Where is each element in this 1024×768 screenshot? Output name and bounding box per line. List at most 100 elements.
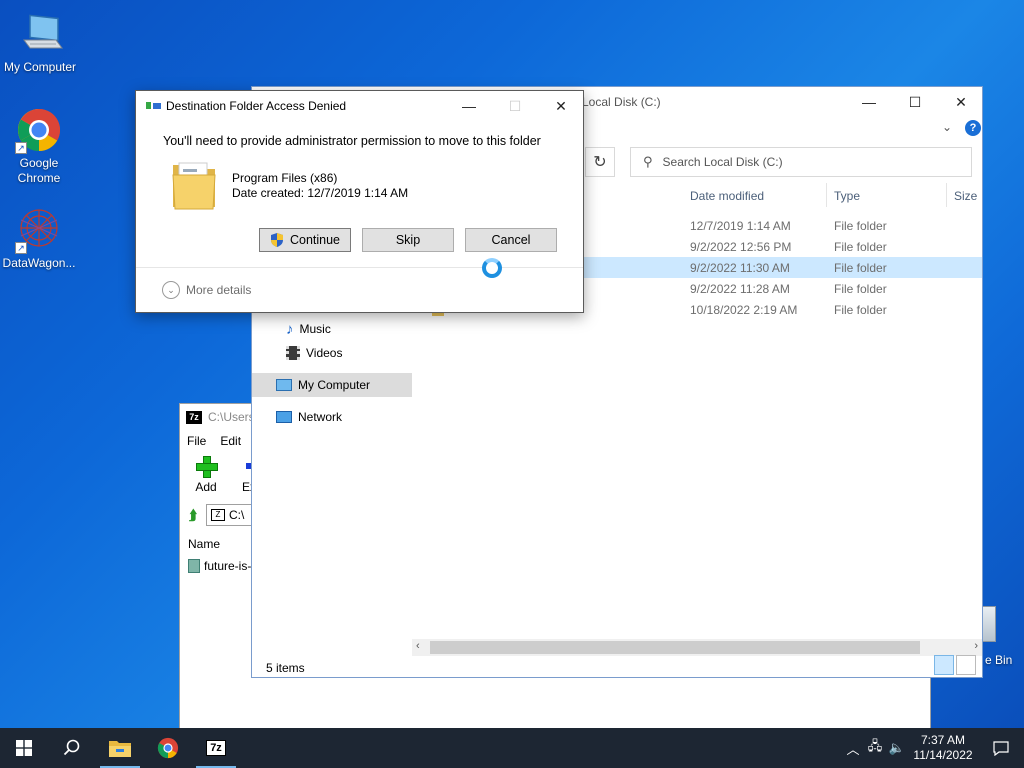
file-type: File folder — [834, 260, 887, 275]
up-folder-icon[interactable]: ⮭ — [184, 506, 202, 524]
recycle-bin-icon[interactable] — [982, 606, 996, 642]
windows-logo-icon — [16, 740, 32, 756]
skip-button[interactable]: Skip — [362, 228, 454, 252]
details-view-icon[interactable] — [934, 655, 954, 675]
notification-icon[interactable] — [978, 740, 1024, 756]
dialog-minimize-button[interactable]: — — [446, 91, 492, 121]
horizontal-scrollbar[interactable]: ‹ › — [412, 639, 982, 656]
music-icon: ♪ — [286, 320, 294, 338]
add-button[interactable]: Add — [188, 456, 224, 494]
taskbar-chrome[interactable] — [144, 728, 192, 768]
file-type: File folder — [834, 239, 887, 254]
file-date: 10/18/2022 2:19 AM — [690, 302, 798, 317]
7zip-icon: 7z — [206, 740, 226, 756]
skip-label: Skip — [395, 233, 421, 247]
more-details-label: More details — [186, 283, 252, 297]
chevron-up-icon[interactable]: ︿ — [842, 739, 864, 758]
shortcut-arrow-icon: ↗ — [15, 142, 27, 154]
column-divider — [826, 183, 827, 207]
taskbar-file-explorer[interactable] — [96, 728, 144, 768]
continue-label: Continue — [289, 233, 341, 247]
busy-cursor-icon — [482, 258, 502, 278]
nav-item-label: Network — [298, 410, 343, 424]
nav-item-music[interactable]: ♪ Music — [252, 317, 412, 341]
system-tray: ︿ 🖧 🔈 7:37 AM 11/14/2022 — [842, 728, 1024, 768]
folder-icon — [171, 157, 217, 213]
expand-ribbon-icon[interactable]: ⌄ — [942, 120, 952, 134]
desktop-icon-my-computer[interactable]: My Computer — [0, 10, 80, 75]
nav-item-label: Videos — [306, 346, 343, 360]
file-type: File folder — [834, 218, 887, 233]
dialog-divider — [136, 267, 583, 268]
file-date: 12/7/2019 1:14 AM — [690, 218, 791, 233]
large-icons-view-icon[interactable] — [956, 655, 976, 675]
file-move-icon — [146, 101, 162, 111]
maximize-button[interactable]: ☐ — [892, 87, 938, 117]
dialog-message: You'll need to provide administrator per… — [163, 134, 541, 148]
refresh-button[interactable]: ↻ — [585, 147, 615, 177]
help-icon[interactable]: ? — [965, 120, 981, 136]
menu-edit[interactable]: Edit — [220, 434, 241, 448]
folder-name: Program Files (x86) — [232, 171, 338, 185]
network-tray-icon[interactable]: 🖧 — [864, 737, 886, 759]
scrollbar-thumb[interactable] — [430, 641, 920, 654]
chrome-icon: ↗ — [15, 106, 63, 154]
dialog-title: Destination Folder Access Denied — [166, 99, 347, 113]
shortcut-arrow-icon: ↗ — [15, 242, 27, 254]
access-denied-dialog: Destination Folder Access Denied — ☐ ✕ Y… — [135, 90, 584, 313]
datawagon-icon: ↗ — [15, 206, 63, 254]
volume-icon[interactable]: 🔈 — [886, 740, 908, 756]
file-type: File folder — [834, 302, 887, 317]
minimize-button[interactable]: — — [846, 87, 892, 117]
column-divider — [946, 183, 947, 207]
nav-item-my-computer[interactable]: My Computer — [252, 373, 412, 397]
column-type[interactable]: Type — [834, 189, 860, 203]
search-input[interactable]: ⚲ Search Local Disk (C:) — [630, 147, 972, 177]
network-icon — [276, 411, 292, 423]
folder-date-created: Date created: 12/7/2019 1:14 AM — [232, 186, 409, 200]
column-date-modified[interactable]: Date modified — [690, 189, 764, 203]
close-button[interactable]: ✕ — [938, 87, 984, 117]
clock[interactable]: 7:37 AM 11/14/2022 — [908, 733, 978, 763]
computer-icon — [276, 379, 292, 391]
path-text: C:\ — [229, 508, 245, 522]
taskbar-7zip[interactable]: 7z — [192, 728, 240, 768]
file-date: 9/2/2022 11:30 AM — [690, 260, 790, 275]
scroll-left-icon[interactable]: ‹ — [416, 640, 420, 652]
dialog-titlebar[interactable]: Destination Folder Access Denied — ☐ ✕ — [136, 91, 583, 121]
search-icon: ⚲ — [643, 154, 653, 169]
cancel-button[interactable]: Cancel — [465, 228, 557, 252]
desktop-icon-label: My Computer — [3, 60, 77, 74]
desktop-icon-label: Google Chrome — [17, 156, 61, 185]
menu-file[interactable]: File — [187, 434, 206, 448]
scroll-right-icon[interactable]: › — [974, 640, 978, 652]
view-toggle — [934, 655, 976, 675]
nav-item-network[interactable]: Network — [252, 405, 412, 429]
clock-date: 11/14/2022 — [913, 748, 973, 762]
sevenzip-logo-icon: 7z — [186, 410, 202, 424]
navigation-pane: ♪ Music Videos My Computer Network — [252, 317, 412, 429]
more-details-toggle[interactable]: ⌄ More details — [162, 281, 251, 299]
recycle-bin-label: e Bin — [985, 653, 1013, 667]
file-type: File folder — [834, 281, 887, 296]
status-item-count: 5 items — [266, 661, 305, 675]
my-computer-icon — [16, 10, 64, 58]
videos-icon — [286, 346, 300, 360]
continue-button[interactable]: Continue — [259, 228, 351, 252]
nav-item-label: Music — [299, 322, 331, 336]
add-icon — [196, 456, 218, 478]
taskbar: 7z ︿ 🖧 🔈 7:37 AM 11/14/2022 — [0, 728, 1024, 768]
nav-item-videos[interactable]: Videos — [252, 341, 412, 365]
start-button[interactable] — [0, 728, 48, 768]
column-size[interactable]: Size — [954, 189, 977, 203]
dialog-maximize-button: ☐ — [508, 97, 522, 114]
nav-item-label: My Computer — [298, 378, 371, 392]
desktop-icon-google-chrome[interactable]: ↗ Google Chrome — [0, 106, 79, 186]
archive-icon — [188, 559, 200, 573]
list-item-label: future-is- — [204, 559, 252, 573]
desktop-icon-datawagon[interactable]: ↗ DataWagon... — [0, 206, 79, 271]
chevron-down-icon: ⌄ — [162, 281, 180, 299]
file-date: 9/2/2022 11:28 AM — [690, 281, 790, 296]
dialog-close-button[interactable]: ✕ — [538, 91, 584, 121]
search-button[interactable] — [48, 728, 96, 768]
